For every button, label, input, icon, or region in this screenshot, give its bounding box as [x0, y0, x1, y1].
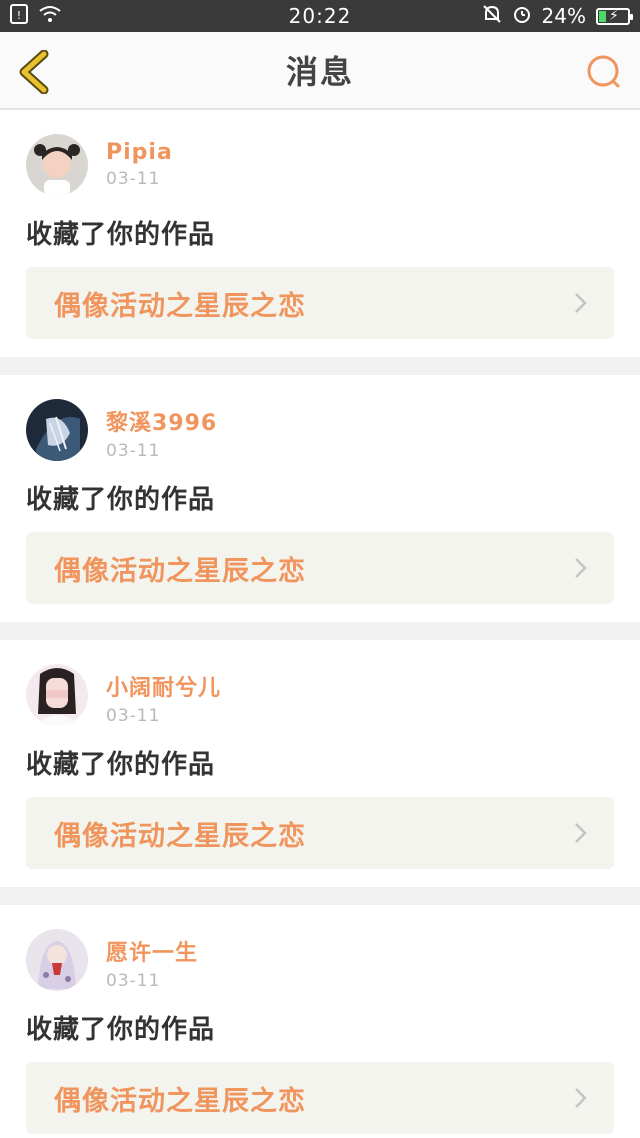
avatar[interactable]: [26, 399, 88, 461]
avatar[interactable]: [26, 664, 88, 726]
message-date: 03-11: [106, 706, 161, 726]
message-date: 03-11: [106, 971, 161, 991]
work-title: 偶像活动之星辰之恋: [54, 820, 306, 852]
search-icon: [587, 55, 620, 88]
message-card: 黎溪3996 03-11 收藏了你的作品 偶像活动之星辰之恋: [0, 375, 640, 622]
avatar[interactable]: [26, 134, 88, 196]
username[interactable]: 愿许一生: [106, 935, 198, 967]
battery-percent: 24%: [541, 4, 586, 28]
search-button[interactable]: [584, 52, 624, 92]
status-time: 20:22: [288, 4, 352, 28]
mute-bell-icon: [482, 4, 502, 29]
avatar[interactable]: [26, 929, 88, 991]
page-title: 消息: [285, 53, 354, 91]
message-date: 03-11: [106, 169, 161, 189]
sim-icon: !: [10, 3, 28, 29]
work-link[interactable]: 偶像活动之星辰之恋: [26, 267, 614, 339]
chevron-left-icon: [19, 49, 49, 95]
work-title: 偶像活动之星辰之恋: [54, 555, 306, 587]
username[interactable]: 黎溪3996: [106, 405, 217, 437]
work-link[interactable]: 偶像活动之星辰之恋: [26, 532, 614, 604]
work-link[interactable]: 偶像活动之星辰之恋: [26, 797, 614, 869]
action-text: 收藏了你的作品: [26, 1015, 216, 1045]
message-date: 03-11: [106, 441, 161, 461]
nav-bar: 消息: [0, 32, 640, 110]
chevron-right-icon: [575, 823, 587, 843]
chevron-right-icon: [575, 1088, 587, 1108]
message-list: Pipia 03-11 收藏了你的作品 偶像活动之星辰之恋 黎溪3996 03-…: [0, 110, 640, 1138]
chevron-right-icon: [575, 293, 587, 313]
alarm-icon: [512, 4, 532, 29]
work-title: 偶像活动之星辰之恋: [54, 1085, 306, 1117]
svg-text:!: !: [17, 9, 21, 22]
status-bar: ! 20:22 24% ⚡: [0, 0, 640, 32]
message-card: 小阔耐兮儿 03-11 收藏了你的作品 偶像活动之星辰之恋: [0, 640, 640, 887]
back-button[interactable]: [16, 49, 50, 95]
action-text: 收藏了你的作品: [26, 750, 216, 780]
username[interactable]: 小阔耐兮儿: [106, 670, 221, 702]
username[interactable]: Pipia: [106, 140, 173, 165]
chevron-right-icon: [575, 558, 587, 578]
battery-icon: ⚡: [596, 7, 633, 25]
message-card: 愿许一生 03-11 收藏了你的作品 偶像活动之星辰之恋: [0, 905, 640, 1138]
message-card: Pipia 03-11 收藏了你的作品 偶像活动之星辰之恋: [0, 110, 640, 357]
action-text: 收藏了你的作品: [26, 220, 216, 250]
work-title: 偶像活动之星辰之恋: [54, 290, 306, 322]
wifi-icon: [38, 4, 62, 28]
action-text: 收藏了你的作品: [26, 485, 216, 515]
work-link[interactable]: 偶像活动之星辰之恋: [26, 1062, 614, 1134]
